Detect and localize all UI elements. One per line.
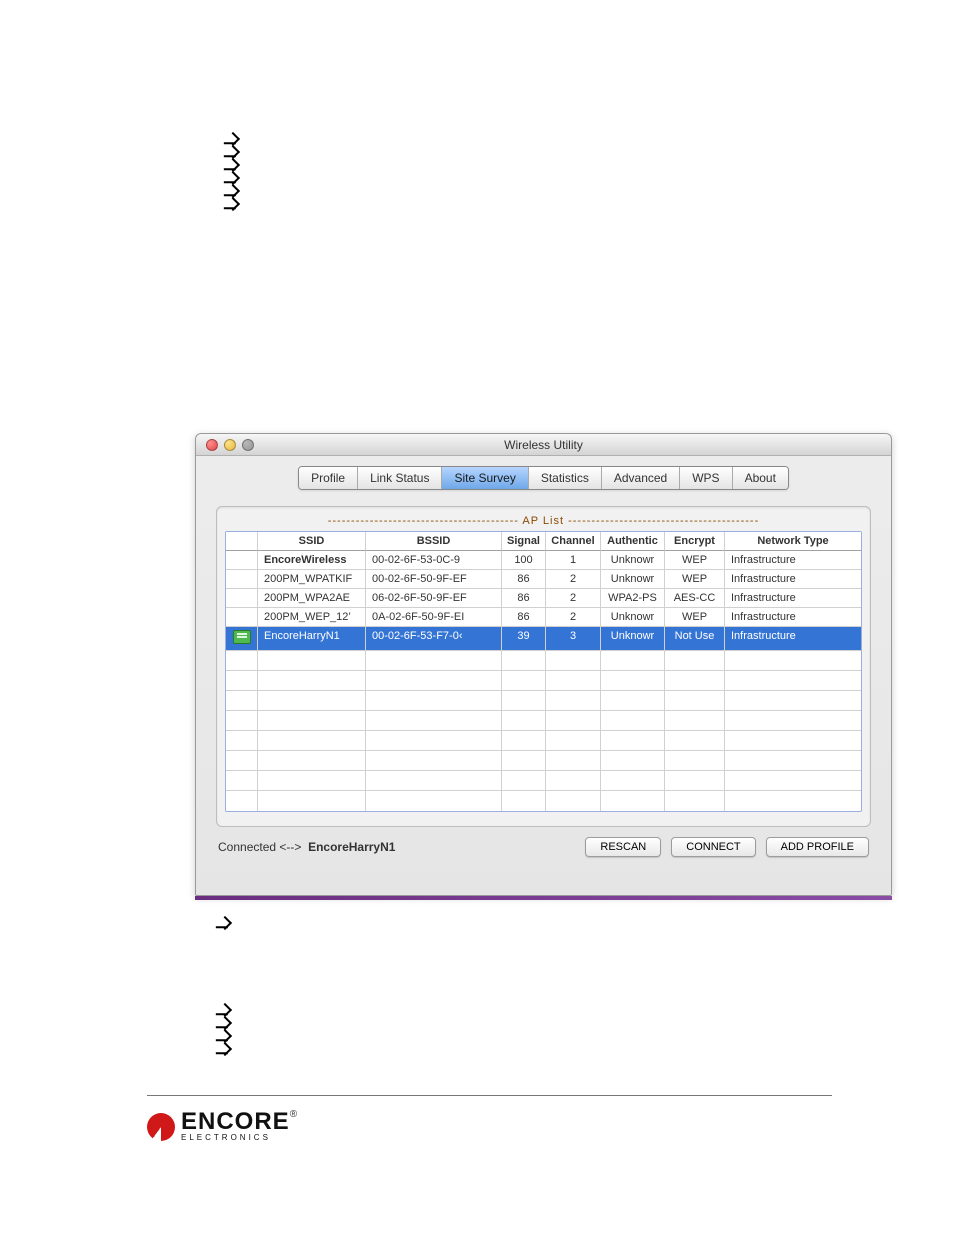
- wireless-utility-window: Wireless Utility Profile Link Status Sit…: [195, 433, 892, 896]
- table-row[interactable]: [226, 771, 861, 791]
- tab-profile[interactable]: Profile: [299, 467, 358, 489]
- col-signal: Signal: [502, 532, 546, 551]
- logo-icon: [147, 1113, 175, 1141]
- ap-list-label: ----------------------------------------…: [225, 515, 862, 527]
- table-row[interactable]: 200PM_WPA2AE06-02-6F-50-9F-EF862WPA2-PSA…: [226, 589, 861, 608]
- table-row[interactable]: [226, 651, 861, 671]
- window-title: Wireless Utility: [196, 438, 891, 452]
- table-header: SSID BSSID Signal Channel Authentic Encr…: [226, 532, 861, 551]
- table-row[interactable]: [226, 671, 861, 691]
- col-bssid: BSSID: [366, 532, 502, 551]
- bullet-arrow-icon: [218, 916, 232, 930]
- encore-logo: ENCORE® ELECTRONICS: [147, 1113, 297, 1141]
- col-network-type: Network Type: [725, 532, 861, 551]
- tab-bar: Profile Link Status Site Survey Statisti…: [298, 466, 789, 490]
- table-row[interactable]: 200PM_WEP_12’0A-02-6F-50-9F-EI862Unknowr…: [226, 608, 861, 627]
- table-row[interactable]: [226, 791, 861, 811]
- table-row[interactable]: EncoreWireless00-02-6F-53-0C-91001Unknow…: [226, 551, 861, 570]
- add-profile-button[interactable]: ADD PROFILE: [766, 837, 869, 857]
- col-encrypt: Encrypt: [665, 532, 725, 551]
- bullet-arrow-icon: [218, 1042, 232, 1056]
- table-row[interactable]: 200PM_WPATKIF00-02-6F-50-9F-EF862Unknowr…: [226, 570, 861, 589]
- connect-button[interactable]: CONNECT: [671, 837, 755, 857]
- tab-link-status[interactable]: Link Status: [358, 467, 442, 489]
- rescan-button[interactable]: RESCAN: [585, 837, 661, 857]
- table-row[interactable]: [226, 691, 861, 711]
- tab-wps[interactable]: WPS: [680, 467, 732, 489]
- tab-statistics[interactable]: Statistics: [529, 467, 602, 489]
- col-ssid: SSID: [258, 532, 366, 551]
- col-channel: Channel: [546, 532, 601, 551]
- bullet-arrow-icon: [226, 197, 240, 211]
- col-authentic: Authentic: [601, 532, 665, 551]
- tab-site-survey[interactable]: Site Survey: [442, 467, 528, 489]
- table-row[interactable]: [226, 751, 861, 771]
- table-row[interactable]: EncoreHarryN100-02-6F-53-F7-0‹393Unknowr…: [226, 627, 861, 651]
- window-shadow: [195, 896, 892, 900]
- connected-icon: [233, 630, 251, 644]
- ap-table[interactable]: SSID BSSID Signal Channel Authentic Encr…: [225, 531, 862, 812]
- footer-divider: [147, 1095, 832, 1096]
- tab-about[interactable]: About: [733, 467, 788, 489]
- ap-list-panel: ----------------------------------------…: [216, 506, 871, 827]
- table-row[interactable]: [226, 711, 861, 731]
- tab-advanced[interactable]: Advanced: [602, 467, 680, 489]
- titlebar[interactable]: Wireless Utility: [196, 434, 891, 456]
- connection-status: Connected <--> EncoreHarryN1: [218, 840, 575, 854]
- table-row[interactable]: [226, 731, 861, 751]
